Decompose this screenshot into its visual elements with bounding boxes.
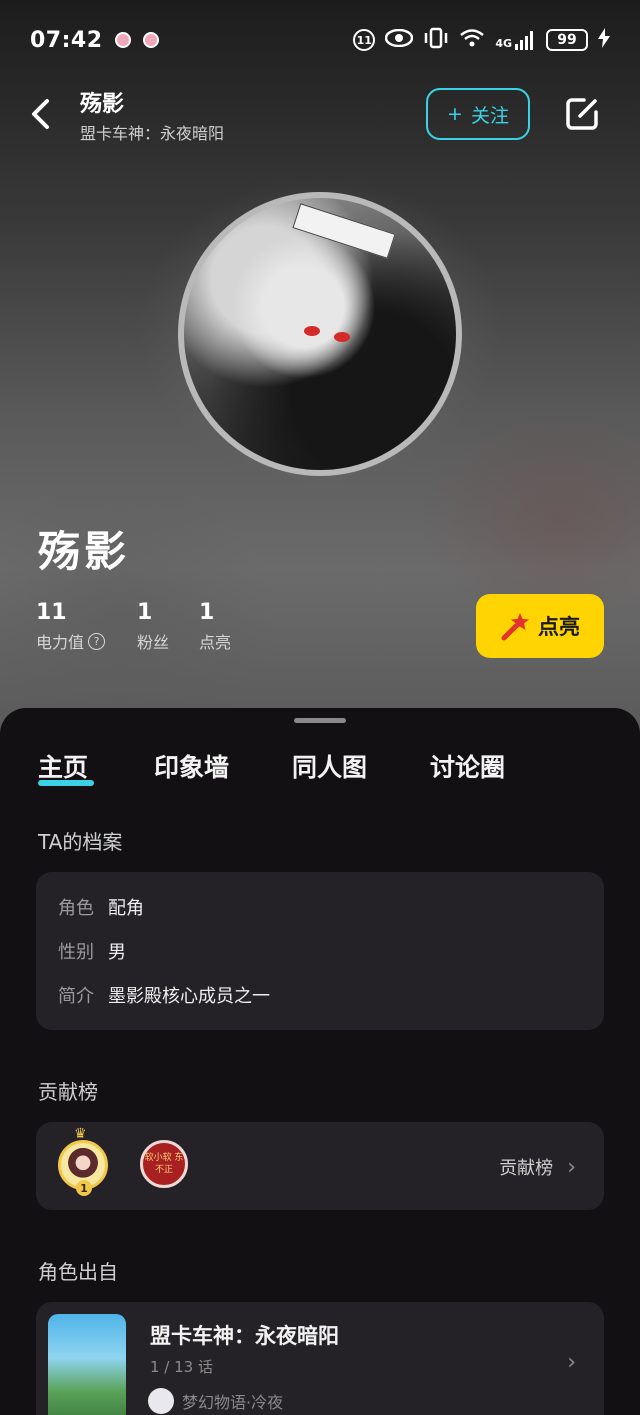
stat-label: 点亮 (199, 633, 232, 652)
stat-fans[interactable]: 1 粉丝 (137, 600, 169, 653)
stat-value: 1 (137, 600, 153, 625)
avatar-headband (292, 203, 396, 259)
stat-power: 11 电力值 ? (36, 600, 106, 653)
tab-fan-art[interactable]: 同人图 (292, 748, 367, 784)
avatar-eye (334, 332, 350, 342)
stat-label: 电力值 (36, 633, 85, 652)
chevron-right-icon: › (567, 1154, 576, 1180)
vibrate-icon (423, 27, 449, 54)
status-time: 07:42 (30, 27, 103, 53)
stat-lights[interactable]: 1 点亮 (199, 600, 231, 653)
archive-row-gender: 性别 男 (58, 938, 126, 964)
question-circle-icon[interactable]: ? (88, 632, 106, 650)
stat-value: 1 (199, 600, 215, 625)
battery-icon: 99 (546, 29, 588, 51)
tab-bar: 主页 印象墙 同人图 讨论圈 (0, 748, 640, 798)
archive-value: 男 (108, 942, 126, 963)
contribution-title: 贡献榜 (38, 1080, 98, 1104)
notification-app-icon (142, 32, 159, 48)
rank-badge: 1 (76, 1180, 92, 1196)
work-author: 梦幻物语·冷夜 (148, 1388, 283, 1414)
tab-home[interactable]: 主页 (38, 748, 88, 784)
contribution-card[interactable]: ♛ 1 软小软 东不正 贡献榜 › (36, 1122, 604, 1210)
status-bar: 07:42 11 4G 99 (0, 0, 640, 80)
work-cover-image (48, 1314, 126, 1415)
follow-label: 关注 (470, 104, 509, 127)
archive-key: 性别 (58, 942, 94, 963)
archive-value: 配角 (108, 898, 144, 919)
archive-key: 简介 (58, 986, 94, 1007)
contributor-avatar[interactable]: 软小软 东不正 (140, 1140, 188, 1188)
archive-title: TA的档案 (38, 830, 123, 854)
chevron-left-icon (32, 99, 49, 129)
origin-card[interactable]: 盟卡车神：永夜暗阳 1 / 13 话 梦幻物语·冷夜 › (36, 1302, 604, 1415)
stat-value: 11 (36, 600, 67, 625)
charging-icon (598, 27, 610, 53)
archive-card: 角色 配角 性别 男 简介 墨影殿核心成员之一 (36, 872, 604, 1030)
stat-label: 粉丝 (137, 633, 170, 652)
content-sheet: 主页 印象墙 同人图 讨论圈 TA的档案 角色 配角 性别 男 简介 墨影殿核心… (0, 708, 640, 1415)
magic-wand-icon (501, 613, 529, 641)
light-up-button[interactable]: 点亮 (476, 594, 604, 658)
notification-count-icon: 11 (353, 29, 376, 51)
edit-icon (566, 98, 598, 130)
notification-app-icon (114, 32, 131, 48)
tab-impression-wall[interactable]: 印象墙 (154, 748, 229, 784)
archive-row-role: 角色 配角 (58, 894, 144, 920)
author-avatar (148, 1388, 174, 1414)
light-up-label: 点亮 (538, 615, 580, 639)
avatar-eye (304, 326, 320, 336)
nav-subtitle: 盟卡车神：永夜暗阳 (80, 124, 225, 143)
sheet-handle[interactable] (294, 718, 346, 723)
archive-value: 墨影殿核心成员之一 (108, 986, 270, 1007)
contribution-link[interactable]: 贡献榜 › (499, 1154, 576, 1180)
archive-row-intro: 简介 墨影殿核心成员之一 (58, 982, 270, 1008)
tab-discussion[interactable]: 讨论圈 (430, 748, 505, 784)
profile-name: 殇影 (38, 527, 131, 576)
work-episode: 1 / 13 话 (150, 1358, 213, 1376)
active-tab-indicator (38, 780, 94, 786)
edit-button[interactable] (562, 94, 602, 134)
origin-title: 角色出自 (38, 1260, 118, 1284)
follow-button[interactable]: + 关注 (426, 88, 530, 140)
back-button[interactable] (22, 96, 58, 132)
profile-avatar[interactable] (178, 192, 462, 476)
archive-key: 角色 (58, 898, 94, 919)
signal-icon: 4G (495, 30, 536, 50)
wifi-icon (459, 28, 485, 53)
contribution-link-label: 贡献榜 (499, 1158, 554, 1179)
top-nav: 殇影 盟卡车神：永夜暗阳 + 关注 (0, 82, 640, 152)
nav-title: 殇影 (80, 92, 125, 117)
chevron-right-icon: › (567, 1350, 576, 1375)
work-title: 盟卡车神：永夜暗阳 (150, 1324, 339, 1348)
author-name: 梦幻物语·冷夜 (182, 1393, 284, 1412)
eye-icon (385, 28, 414, 52)
plus-icon: + (447, 103, 463, 125)
